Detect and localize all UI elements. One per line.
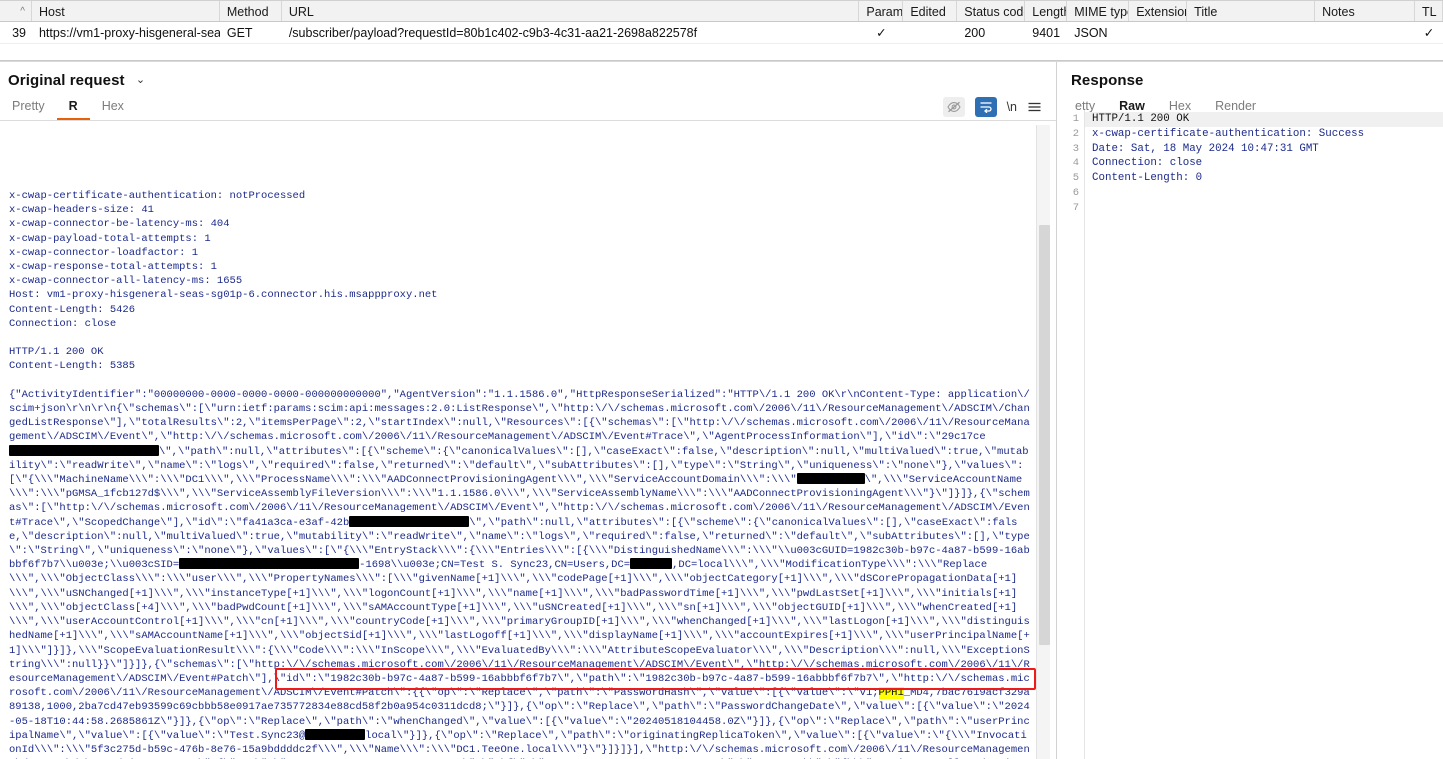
redaction-block-2 (797, 473, 865, 484)
response-line-numbers: 1234567 (1063, 110, 1085, 759)
column-header-edited[interactable]: Edited (903, 1, 957, 21)
request-panel: Original request ⌄ Pretty R Hex (0, 62, 1056, 759)
request-panel-title: Original request ⌄ (0, 62, 1056, 89)
response-line: HTTP/1.1 200 OK (1085, 112, 1443, 127)
request-view-tabs: Pretty R Hex (0, 95, 1056, 121)
word-wrap-icon[interactable] (975, 97, 997, 117)
row-notes (1315, 22, 1415, 43)
response-panel-title: Response (1063, 62, 1443, 89)
request-panel-title-text: Original request (8, 72, 125, 89)
column-header-url[interactable]: URL (282, 1, 860, 21)
row-method: GET (220, 22, 282, 43)
burp-proxy-window: ^ Host Method URL Params Edited Status c… (0, 0, 1443, 759)
request-json-part5: -1698\\u003e;CN=Test S. Sync23,CN=Users,… (359, 559, 630, 571)
response-line: Date: Sat, 18 May 2024 10:47:31 GMT (1085, 142, 1443, 157)
request-scrollbar-thumb[interactable] (1039, 225, 1050, 645)
newline-toggle[interactable]: \n (1007, 97, 1017, 117)
response-panel: Response etty Raw Hex Render 1234567 HTT… (1063, 62, 1443, 759)
response-line (1085, 186, 1443, 201)
column-header-tls[interactable]: TL (1415, 1, 1443, 21)
response-line-number: 6 (1063, 186, 1079, 201)
table-header-row: ^ Host Method URL Params Edited Status c… (0, 0, 1443, 22)
column-header-length[interactable]: Length (1025, 1, 1067, 21)
column-header-method[interactable]: Method (220, 1, 282, 21)
tab-pretty[interactable]: Pretty (0, 96, 57, 121)
redaction-block-6 (305, 729, 365, 740)
response-lines: HTTP/1.1 200 OKx-cwap-certificate-authen… (1085, 110, 1443, 759)
row-number: 39 (0, 22, 32, 43)
tab-hex[interactable]: Hex (90, 96, 136, 121)
row-extension (1129, 22, 1187, 43)
request-json-part6: ,DC=local\\\",\\\"ModificationType\\\":\… (9, 559, 1030, 699)
response-line-number: 4 (1063, 156, 1079, 171)
column-header-params[interactable]: Params (859, 1, 903, 21)
request-json-part1: {"ActivityIdentifier":"00000000-0000-000… (9, 389, 1030, 444)
redaction-block-3 (349, 516, 469, 527)
column-header-title[interactable]: Title (1187, 1, 1315, 21)
tab-raw[interactable]: R (57, 96, 90, 121)
redaction-block-4 (179, 558, 359, 569)
redaction-block-5 (630, 558, 672, 569)
http-history-table: ^ Host Method URL Params Edited Status c… (0, 0, 1443, 62)
panel-divider[interactable] (1056, 62, 1062, 759)
request-header-lines: x-cwap-certificate-authentication: notPr… (9, 190, 437, 372)
response-line: x-cwap-certificate-authentication: Succe… (1085, 127, 1443, 142)
row-tls-check: ✓ (1415, 22, 1443, 43)
table-row[interactable]: 39 https://vm1-proxy-hisgeneral-seas... … (0, 22, 1443, 44)
response-line-number: 3 (1063, 142, 1079, 157)
response-line-number: 2 (1063, 127, 1079, 142)
row-host: https://vm1-proxy-hisgeneral-seas... (32, 22, 220, 43)
request-body-text: x-cwap-certificate-authentication: notPr… (0, 187, 1032, 759)
row-params-check: ✓ (859, 22, 903, 43)
column-header-notes[interactable]: Notes (1315, 1, 1415, 21)
hamburger-menu-icon[interactable] (1027, 97, 1042, 117)
row-edited (903, 22, 957, 43)
secret-prefix: v1; (860, 687, 879, 699)
request-body-viewer[interactable]: x-cwap-certificate-authentication: notPr… (0, 187, 1036, 759)
eye-slash-icon[interactable] (943, 97, 965, 117)
response-body-viewer[interactable]: 1234567 HTTP/1.1 200 OKx-cwap-certificat… (1063, 110, 1443, 759)
response-line: Content-Length: 0 (1085, 171, 1443, 186)
row-mime-type: JSON (1067, 22, 1129, 43)
row-url: /subscriber/payload?requestId=80b1c402-c… (282, 22, 860, 43)
column-header-mime-type[interactable]: MIME type (1067, 1, 1129, 21)
column-header-host[interactable]: Host (32, 1, 220, 21)
request-toolbar: \n (943, 97, 1042, 117)
tabs-underline (0, 120, 1056, 121)
chevron-down-icon[interactable]: ⌄ (136, 73, 145, 86)
column-header-status-code[interactable]: Status code (957, 1, 1025, 21)
row-title (1187, 22, 1315, 43)
row-status-code: 200 (957, 22, 1025, 43)
response-line-number: 1 (1063, 112, 1079, 127)
row-length: 9401 (1025, 22, 1067, 43)
column-header-sort[interactable]: ^ (0, 1, 32, 21)
request-response-split: Original request ⌄ Pretty R Hex (0, 62, 1443, 759)
response-line (1085, 201, 1443, 216)
request-scrollbar[interactable] (1036, 125, 1050, 759)
redaction-block-1 (9, 445, 159, 456)
response-line-number: 7 (1063, 201, 1079, 216)
response-line: Connection: close (1085, 156, 1443, 171)
highlighted-token: PPH1 (879, 687, 904, 699)
column-header-extension[interactable]: Extension (1129, 1, 1187, 21)
response-line-number: 5 (1063, 171, 1079, 186)
